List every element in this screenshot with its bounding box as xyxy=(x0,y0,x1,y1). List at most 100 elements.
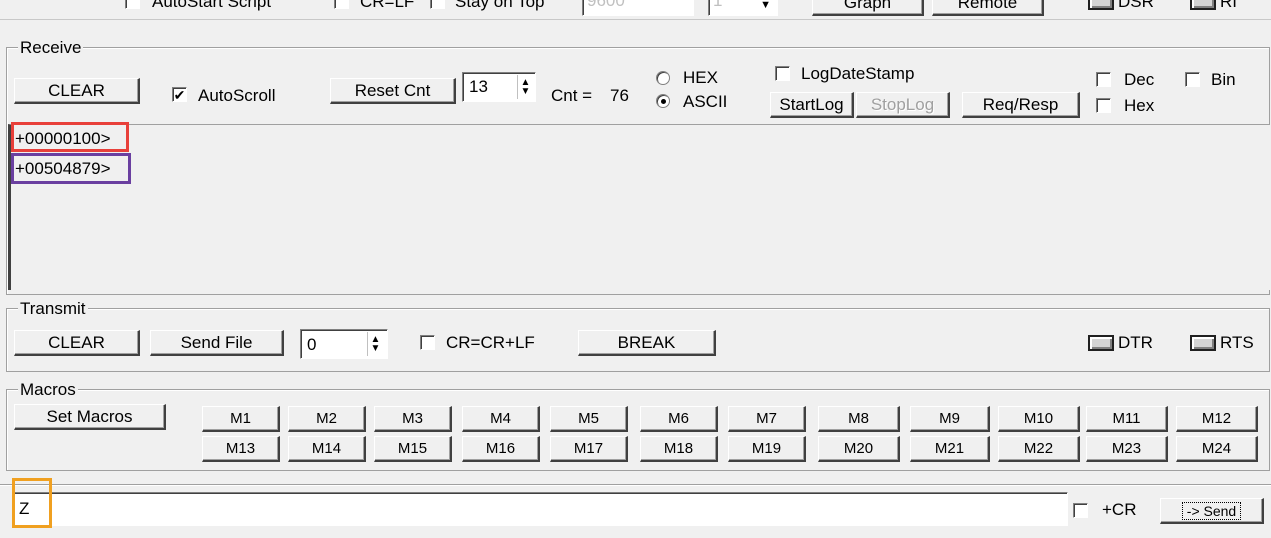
macro-button-m12[interactable]: M12 xyxy=(1176,406,1258,432)
stay-on-top-checkbox[interactable] xyxy=(430,0,445,9)
bin-checkbox[interactable] xyxy=(1185,72,1200,87)
macro-button-m20[interactable]: M20 xyxy=(818,436,900,462)
macro-button-m3[interactable]: M3 xyxy=(374,406,452,432)
macro-button-m15[interactable]: M15 xyxy=(374,436,452,462)
transmit-spinbox-value: 0 xyxy=(307,335,317,354)
logdatestamp-checkbox[interactable] xyxy=(775,66,790,81)
break-button[interactable]: BREAK xyxy=(578,330,716,356)
macro-button-m8[interactable]: M8 xyxy=(818,406,900,432)
macro-button-m14[interactable]: M14 xyxy=(288,436,366,462)
crcrlf-checkbox[interactable] xyxy=(420,335,435,350)
macro-button-m11[interactable]: M11 xyxy=(1086,406,1168,432)
send-file-label: Send File xyxy=(180,332,253,352)
hex-radio[interactable] xyxy=(656,71,670,85)
macro-button-m19[interactable]: M19 xyxy=(728,436,806,462)
crlf-label: CR=LF xyxy=(360,0,415,11)
hex-checkbox[interactable] xyxy=(1096,98,1111,113)
small-combo[interactable]: 1 ▼ xyxy=(708,0,778,16)
macro-button-m17[interactable]: M17 xyxy=(550,436,628,462)
receive-line-1: +00000100> xyxy=(15,129,111,148)
remote-button-label: Remote xyxy=(957,0,1018,12)
macro-label: M10 xyxy=(1023,410,1054,427)
autoscroll-label: AutoScroll xyxy=(198,86,276,105)
macro-button-m24[interactable]: M24 xyxy=(1176,436,1258,462)
receive-display[interactable]: +00000100> +00504879> xyxy=(8,124,1270,290)
dtr-led-icon[interactable] xyxy=(1088,335,1114,351)
macro-button-m10[interactable]: M10 xyxy=(998,406,1080,432)
transmit-clear-label: CLEAR xyxy=(48,332,105,352)
startlog-button[interactable]: StartLog xyxy=(770,92,854,118)
send-input[interactable]: Z xyxy=(12,492,1068,526)
spin-arrows-icon[interactable]: ▲ ▼ xyxy=(517,75,533,99)
rts-led-icon[interactable] xyxy=(1190,335,1216,351)
autoscroll-checkbox[interactable]: ✔ xyxy=(172,87,187,102)
cnt-spinbox[interactable]: 13 ▲ ▼ xyxy=(462,72,536,102)
set-macros-label: Set Macros xyxy=(46,406,133,426)
hex-check-label: Hex xyxy=(1124,96,1155,115)
macro-button-m5[interactable]: M5 xyxy=(550,406,628,432)
macro-label: M1 xyxy=(230,410,251,427)
macro-button-m6[interactable]: M6 xyxy=(640,406,718,432)
dsr-label: DSR xyxy=(1118,0,1154,11)
cnt-value: 76 xyxy=(610,86,629,105)
receive-clear-label: CLEAR xyxy=(48,80,105,100)
macro-button-m22[interactable]: M22 xyxy=(998,436,1080,462)
macro-button-m2[interactable]: M2 xyxy=(288,406,366,432)
autostart-checkbox[interactable] xyxy=(125,0,140,9)
remote-button[interactable]: Remote xyxy=(932,0,1044,16)
transmit-clear-button[interactable]: CLEAR xyxy=(14,330,140,356)
send-file-button[interactable]: Send File xyxy=(150,330,284,356)
check-icon: ✔ xyxy=(173,86,186,103)
reqresp-label: Req/Resp xyxy=(982,94,1059,114)
dsr-led-icon xyxy=(1088,0,1114,10)
ascii-radio-label: ASCII xyxy=(683,92,728,111)
break-label: BREAK xyxy=(617,332,676,352)
ri-led-icon xyxy=(1190,0,1216,10)
ri-label: RI xyxy=(1220,0,1237,11)
stay-on-top-label: Stay on Top xyxy=(455,0,545,11)
send-button[interactable]: -> Send xyxy=(1160,498,1264,524)
transmit-title: Transmit xyxy=(18,299,88,319)
macro-button-m1[interactable]: M1 xyxy=(202,406,280,432)
macro-label: M11 xyxy=(1112,410,1141,427)
macro-button-m4[interactable]: M4 xyxy=(462,406,540,432)
macro-label: M15 xyxy=(397,440,428,457)
macro-button-m7[interactable]: M7 xyxy=(728,406,806,432)
graph-button-label: Graph xyxy=(843,0,892,12)
transmit-spinbox[interactable]: 0 ▲ ▼ xyxy=(300,329,388,359)
send-label: -> Send xyxy=(1181,501,1242,520)
baud-field[interactable]: 9600 xyxy=(582,0,694,16)
macro-label: M22 xyxy=(1023,440,1054,457)
top-strip: AutoStart Script CR=LF Stay on Top 9600 … xyxy=(0,0,1271,20)
macro-button-m18[interactable]: M18 xyxy=(640,436,718,462)
dec-checkbox[interactable] xyxy=(1096,72,1111,87)
macros-group xyxy=(6,389,1270,471)
spin-arrows-icon[interactable]: ▲ ▼ xyxy=(367,332,383,356)
stoplog-label: StopLog xyxy=(870,94,935,114)
macro-button-m23[interactable]: M23 xyxy=(1086,436,1168,462)
receive-title: Receive xyxy=(18,38,84,58)
receive-clear-button[interactable]: CLEAR xyxy=(14,78,140,104)
cr-checkbox[interactable] xyxy=(1073,503,1088,518)
reqresp-button[interactable]: Req/Resp xyxy=(962,92,1080,118)
macro-button-m21[interactable]: M21 xyxy=(910,436,990,462)
macro-label: M3 xyxy=(402,410,423,427)
graph-button[interactable]: Graph xyxy=(812,0,924,16)
set-macros-button[interactable]: Set Macros xyxy=(14,404,166,430)
stoplog-button[interactable]: StopLog xyxy=(856,92,950,118)
reset-cnt-button[interactable]: Reset Cnt xyxy=(330,78,456,104)
cr-label: +CR xyxy=(1102,500,1137,519)
startlog-label: StartLog xyxy=(779,94,844,114)
macro-button-m9[interactable]: M9 xyxy=(910,406,990,432)
rts-label: RTS xyxy=(1220,333,1254,352)
bin-label: Bin xyxy=(1211,70,1236,89)
macro-label: M24 xyxy=(1201,440,1232,457)
crlf-checkbox[interactable] xyxy=(334,0,349,9)
macro-label: M20 xyxy=(843,440,874,457)
macro-label: M14 xyxy=(311,440,342,457)
ascii-radio[interactable] xyxy=(656,94,670,108)
macro-button-m13[interactable]: M13 xyxy=(202,436,280,462)
macro-label: M2 xyxy=(316,410,337,427)
cnt-spinbox-value: 13 xyxy=(469,77,488,96)
macro-button-m16[interactable]: M16 xyxy=(462,436,540,462)
